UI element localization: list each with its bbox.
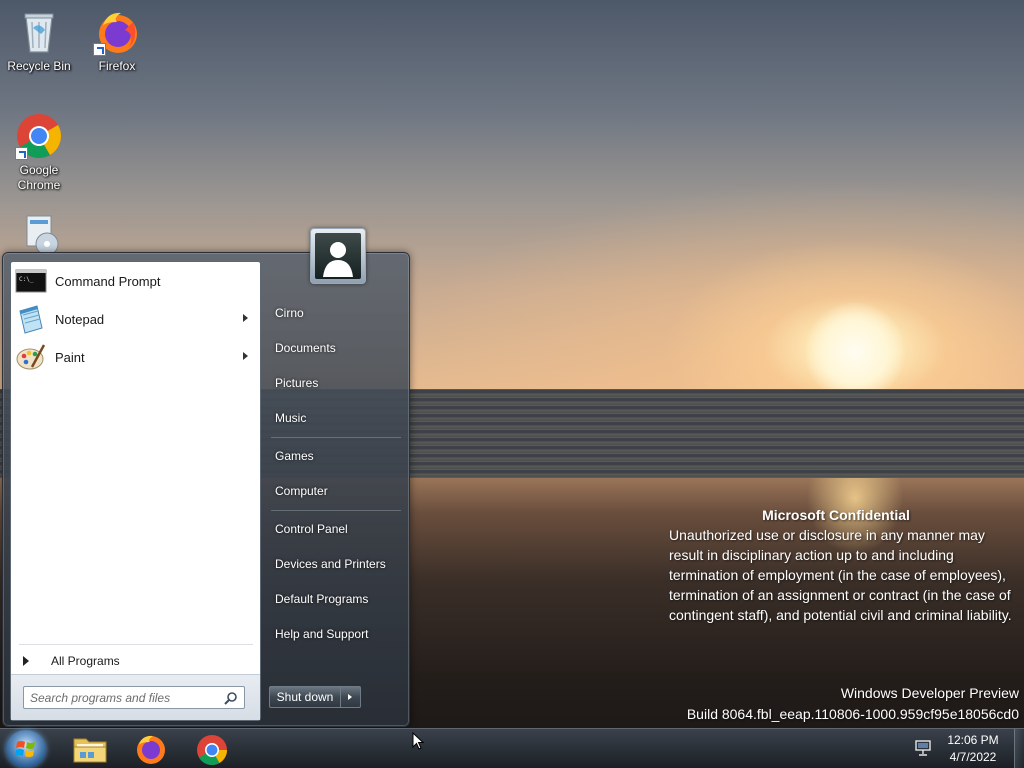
chrome-icon — [15, 112, 63, 160]
desktop-icon-label: Firefox — [98, 59, 136, 73]
desktop-icon-label: Recycle Bin — [7, 59, 71, 73]
windows-logo-icon — [15, 741, 35, 757]
start-menu: C:\_ Command Prompt Notepad Paint All Pr… — [2, 228, 411, 728]
svg-text:C:\_: C:\_ — [19, 276, 34, 283]
search-icon[interactable] — [224, 691, 238, 705]
firefox-icon — [137, 735, 165, 764]
clock-date: 4/7/2022 — [949, 750, 997, 764]
shortcut-arrow-icon — [93, 43, 106, 56]
submenu-arrow-icon[interactable] — [243, 352, 248, 360]
desktop-icon-recycle-bin[interactable]: Recycle Bin — [1, 8, 77, 74]
start-button[interactable] — [6, 730, 46, 768]
confidential-title: Microsoft Confidential — [762, 507, 910, 523]
build-label: Build 8064.fbl_eeap.110806-1000.959cf95e… — [686, 706, 1019, 722]
search-input[interactable] — [24, 687, 214, 708]
command-prompt-icon: C:\_ — [15, 265, 47, 297]
submenu-arrow-icon[interactable] — [243, 314, 248, 322]
taskbar-chrome[interactable] — [188, 731, 236, 767]
desktop-icon-firefox[interactable]: Firefox — [79, 8, 155, 74]
recycle-bin-icon — [15, 8, 63, 56]
place-computer[interactable]: Computer — [275, 479, 328, 503]
file-explorer-icon — [73, 738, 107, 763]
program-paint[interactable]: Paint — [13, 340, 258, 374]
place-devices-and-printers[interactable]: Devices and Printers — [275, 552, 386, 576]
paint-icon — [15, 341, 47, 373]
place-help-and-support[interactable]: Help and Support — [275, 622, 368, 646]
place-pictures[interactable]: Pictures — [275, 371, 318, 395]
shutdown-button[interactable]: Shut down — [269, 686, 341, 708]
all-programs-button[interactable]: All Programs — [19, 650, 253, 672]
show-desktop-button[interactable] — [1014, 729, 1024, 768]
place-music[interactable]: Music — [275, 406, 306, 430]
desktop-icon-label: Google Chrome — [17, 163, 61, 192]
mouse-cursor-icon — [412, 732, 424, 750]
program-label: Command Prompt — [55, 273, 161, 289]
shutdown-control: Shut down — [269, 686, 361, 708]
expand-arrow-icon — [23, 656, 29, 666]
place-documents[interactable]: Documents — [275, 336, 336, 360]
chrome-icon — [197, 735, 227, 766]
network-icon[interactable] — [914, 739, 932, 757]
shortcut-arrow-icon — [15, 147, 28, 160]
program-label: Paint — [55, 349, 85, 365]
place-user-folder[interactable]: Cirno — [275, 301, 304, 325]
wallpaper-sun — [805, 302, 905, 402]
start-menu-places: Cirno Documents Pictures Music Games Com… — [263, 253, 411, 728]
taskbar-file-explorer[interactable] — [66, 731, 114, 767]
search-area — [11, 674, 260, 720]
program-command-prompt[interactable]: C:\_ Command Prompt — [13, 264, 258, 298]
confidential-body: Unauthorized use or disclosure in any ma… — [669, 527, 1012, 623]
search-box[interactable] — [23, 686, 245, 709]
places-separator — [271, 510, 401, 511]
program-label: Notepad — [55, 311, 105, 327]
programs-divider — [19, 644, 253, 645]
program-notepad[interactable]: Notepad — [13, 302, 258, 336]
clock-time: 12:06 PM — [947, 733, 999, 747]
build-watermark: Windows Developer Preview Build 8064.fbl… — [687, 683, 1019, 725]
shutdown-options-arrow-icon[interactable] — [341, 686, 361, 708]
desktop-icon-google-chrome[interactable]: Google Chrome — [1, 112, 77, 193]
places-separator — [271, 437, 401, 438]
place-games[interactable]: Games — [275, 444, 314, 468]
taskbar — [0, 728, 1024, 768]
taskbar-firefox[interactable] — [127, 731, 175, 767]
notepad-icon — [15, 303, 47, 335]
all-programs-label: All Programs — [51, 654, 120, 668]
edition-label: Windows Developer Preview — [840, 685, 1019, 701]
system-clock[interactable]: 12:06 PM 4/7/2022 — [940, 732, 1006, 766]
confidential-notice: Microsoft Confidential Unauthorized use … — [669, 505, 1019, 625]
place-default-programs[interactable]: Default Programs — [275, 587, 368, 611]
start-menu-programs-pane: C:\_ Command Prompt Notepad Paint All Pr… — [10, 261, 261, 721]
firefox-icon — [93, 8, 141, 56]
place-control-panel[interactable]: Control Panel — [275, 517, 348, 541]
